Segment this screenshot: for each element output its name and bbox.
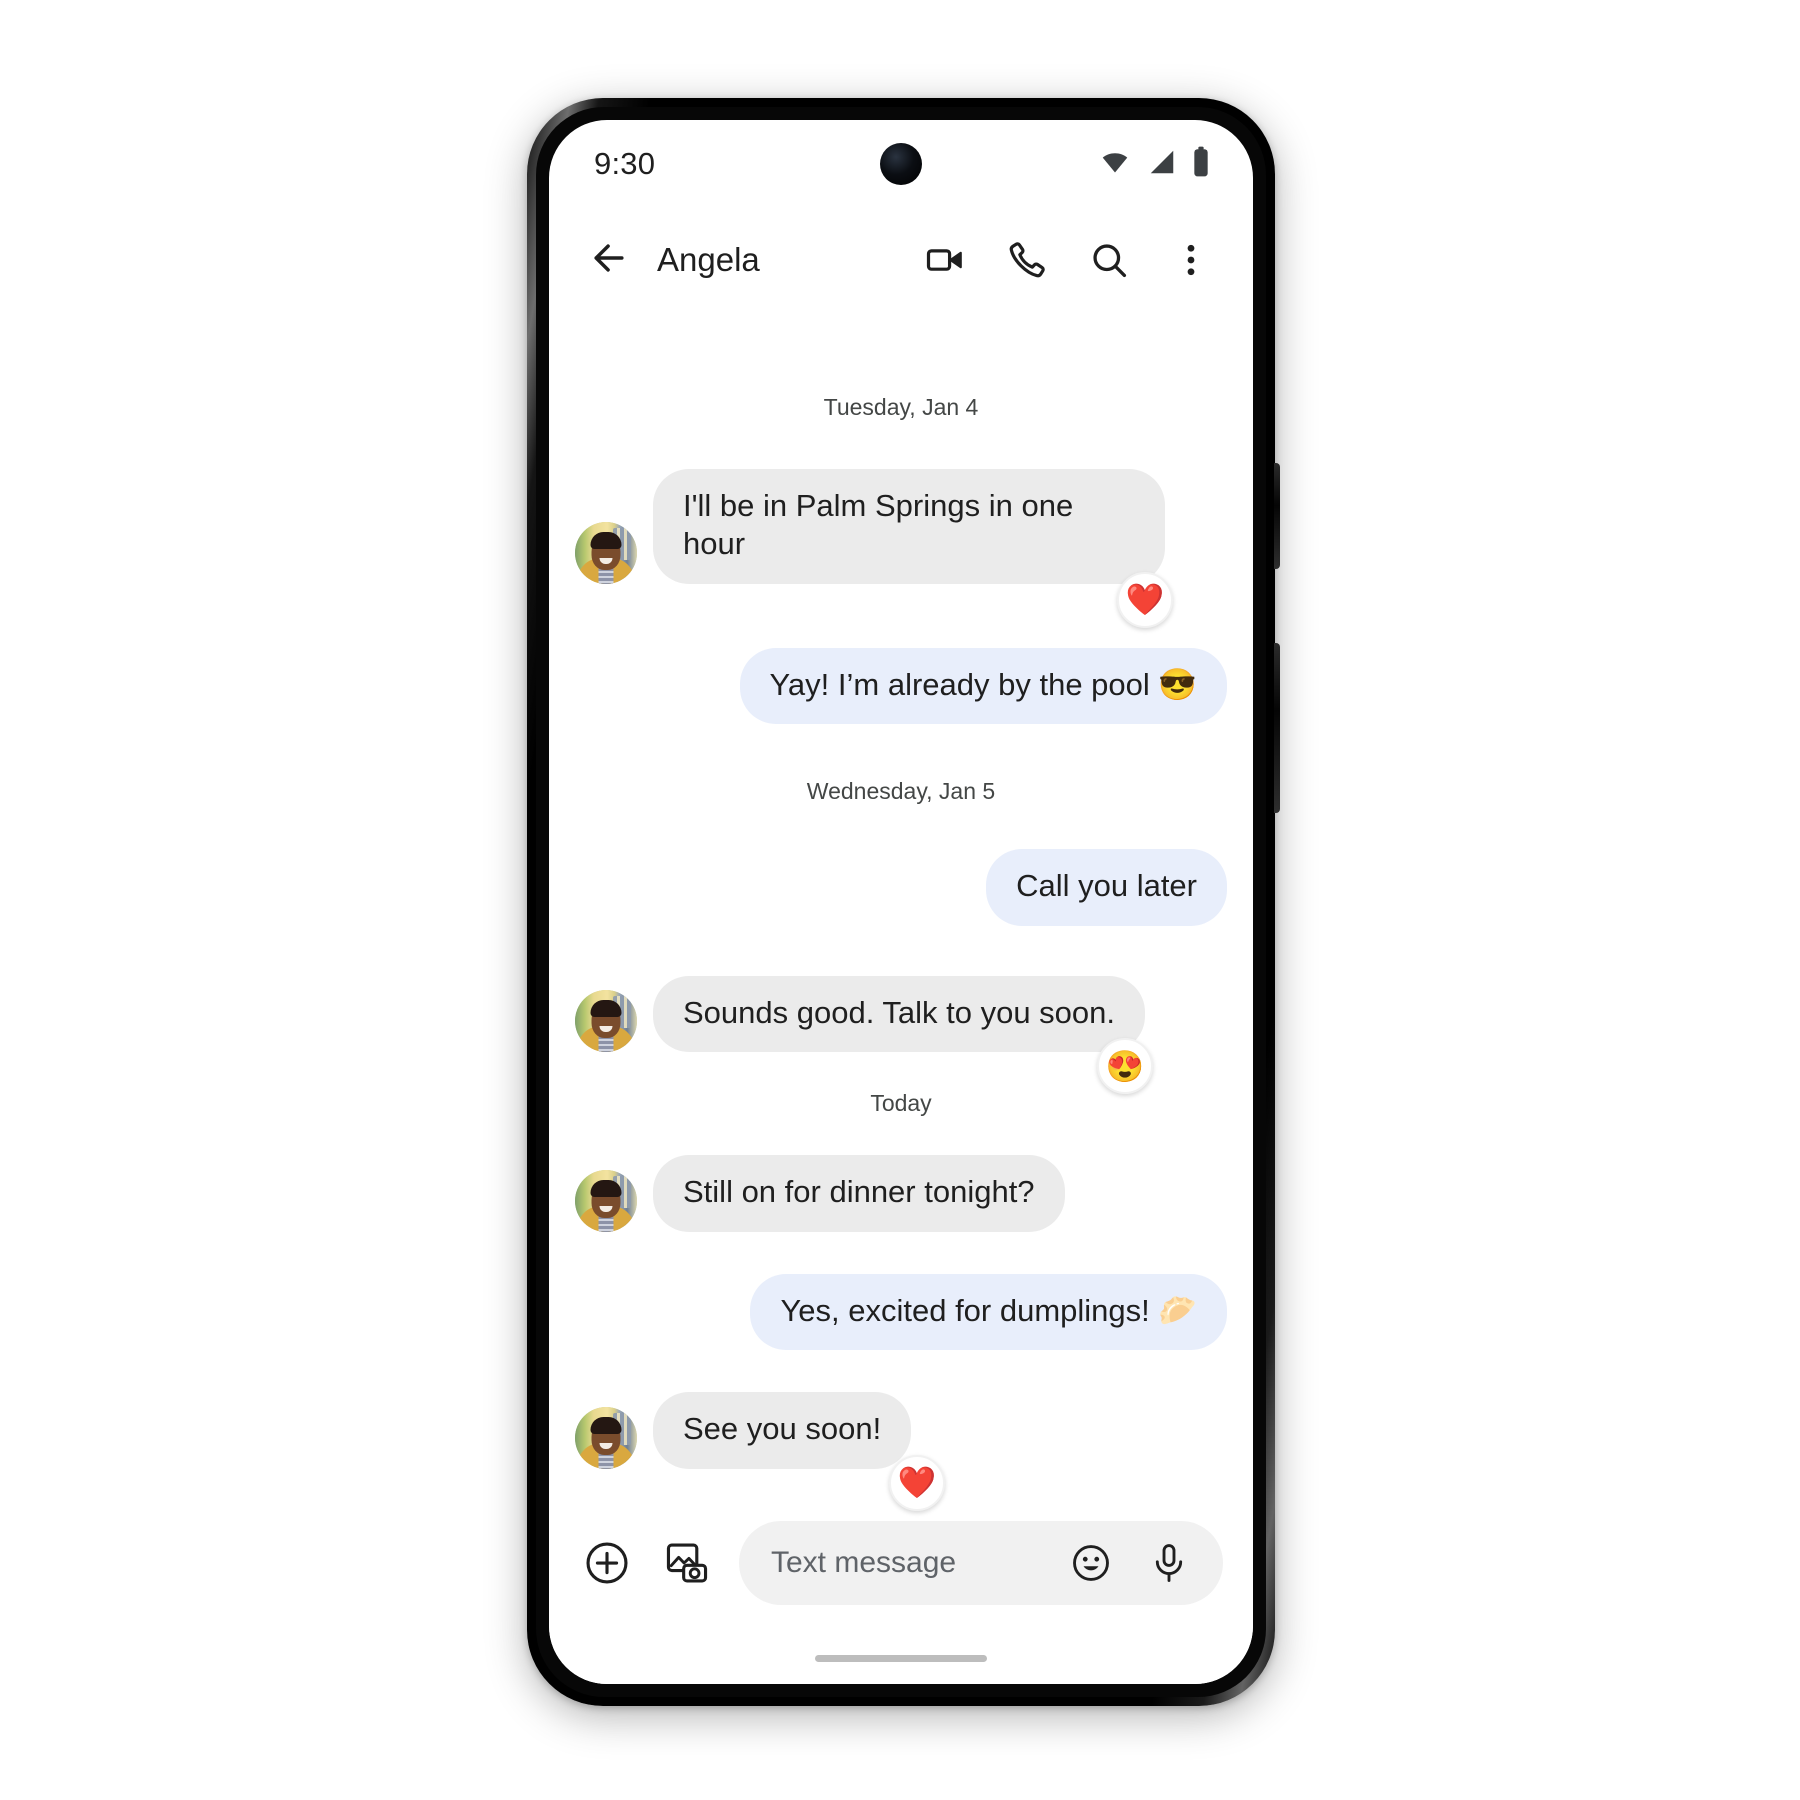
heart-reaction[interactable]: ❤️: [889, 1454, 946, 1511]
battery-icon: [1191, 146, 1211, 178]
message-row[interactable]: See you soon! ❤️: [575, 1392, 1227, 1511]
avatar: [575, 1169, 637, 1232]
back-button[interactable]: [581, 232, 637, 288]
video-call-icon: [923, 238, 967, 282]
message-bubble[interactable]: Still on for dinner tonight?: [653, 1155, 1065, 1232]
day-divider: Today: [870, 1090, 932, 1117]
back-arrow-icon: [587, 236, 631, 285]
conversation-app-bar: Angela: [549, 212, 1253, 308]
message-bubble[interactable]: Yay! I’m already by the pool 😎: [739, 647, 1227, 725]
text-message-input[interactable]: Text message: [739, 1521, 1223, 1605]
screenshot-canvas: 9:30 Angela Tuesday, Jan 4 I'll be in Pa…: [0, 0, 1800, 1800]
message-bubble[interactable]: See you soon! ❤️: [653, 1392, 946, 1511]
composer-left-actions: [579, 1535, 715, 1591]
message-bubble[interactable]: Yes, excited for dumplings! 🥟: [750, 1273, 1227, 1351]
message-text: Yay! I’m already by the pool 😎: [769, 666, 1197, 702]
overflow-menu-icon: [1169, 238, 1213, 282]
message-row[interactable]: Still on for dinner tonight?: [575, 1155, 1227, 1232]
heart-eyes-reaction[interactable]: 😍: [1097, 1038, 1154, 1095]
status-bar-icons: [1097, 146, 1211, 178]
status-bar: 9:30: [549, 120, 1253, 212]
voice-record-button[interactable]: [1141, 1535, 1197, 1591]
wifi-icon: [1097, 148, 1133, 176]
phone-device-frame: 9:30 Angela Tuesday, Jan 4 I'll be in Pa…: [527, 98, 1280, 1706]
message-row[interactable]: Yay! I’m already by the pool 😎: [575, 647, 1227, 725]
text-message-placeholder: Text message: [771, 1546, 957, 1579]
message-text: I'll be in Palm Springs in one hour: [683, 488, 1074, 562]
avatar: [575, 990, 637, 1053]
gallery-button[interactable]: [659, 1535, 715, 1591]
add-attachment-button[interactable]: [579, 1535, 635, 1591]
message-thread[interactable]: Tuesday, Jan 4 I'll be in Palm Springs i…: [549, 308, 1253, 1614]
day-divider: Wednesday, Jan 5: [806, 778, 996, 805]
message-text: Call you later: [1016, 868, 1197, 904]
message-bubble[interactable]: Sounds good. Talk to you soon. 😍: [653, 975, 1154, 1095]
search-button[interactable]: [1081, 232, 1137, 288]
message-bubble[interactable]: I'll be in Palm Springs in one hour ❤️: [653, 469, 1173, 628]
cellular-signal-icon: [1146, 147, 1178, 177]
message-text: Yes, excited for dumplings! 🥟: [780, 1292, 1197, 1328]
voice-call-icon: [1005, 238, 1049, 282]
heart-reaction[interactable]: ❤️: [1117, 571, 1173, 628]
search-icon: [1087, 238, 1131, 282]
message-row[interactable]: Sounds good. Talk to you soon. 😍: [575, 975, 1227, 1095]
emoji-smiley-icon: [1068, 1540, 1114, 1586]
message-bubble[interactable]: Call you later: [986, 849, 1227, 926]
front-camera-punch-hole: [880, 143, 922, 185]
message-row[interactable]: Yes, excited for dumplings! 🥟: [575, 1273, 1227, 1351]
microphone-icon: [1146, 1540, 1192, 1586]
status-bar-clock: 9:30: [594, 146, 656, 181]
day-divider: Tuesday, Jan 4: [823, 394, 979, 420]
gallery-camera-icon: [662, 1538, 712, 1588]
emoji-picker-button[interactable]: [1063, 1535, 1119, 1591]
volume-button[interactable]: [1274, 643, 1280, 813]
avatar: [575, 1406, 637, 1469]
voice-call-button[interactable]: [999, 232, 1055, 288]
avatar: [575, 521, 637, 584]
plus-circle-icon: [582, 1538, 632, 1588]
message-row[interactable]: I'll be in Palm Springs in one hour ❤️: [575, 469, 1227, 628]
app-bar-actions: [917, 232, 1219, 288]
page-title: Angela: [657, 241, 760, 278]
overflow-menu-button[interactable]: [1163, 232, 1219, 288]
video-call-button[interactable]: [917, 232, 973, 288]
message-row[interactable]: Call you later: [575, 849, 1227, 926]
message-text: Still on for dinner tonight?: [683, 1174, 1035, 1210]
message-text: Sounds good. Talk to you soon.: [683, 994, 1116, 1030]
message-text: See you soon!: [683, 1411, 882, 1447]
power-button[interactable]: [1274, 463, 1280, 569]
composer-input-actions: [1063, 1535, 1197, 1591]
home-gesture-indicator[interactable]: [815, 1655, 987, 1662]
phone-screen: 9:30 Angela Tuesday, Jan 4 I'll be in Pa…: [549, 120, 1253, 1684]
